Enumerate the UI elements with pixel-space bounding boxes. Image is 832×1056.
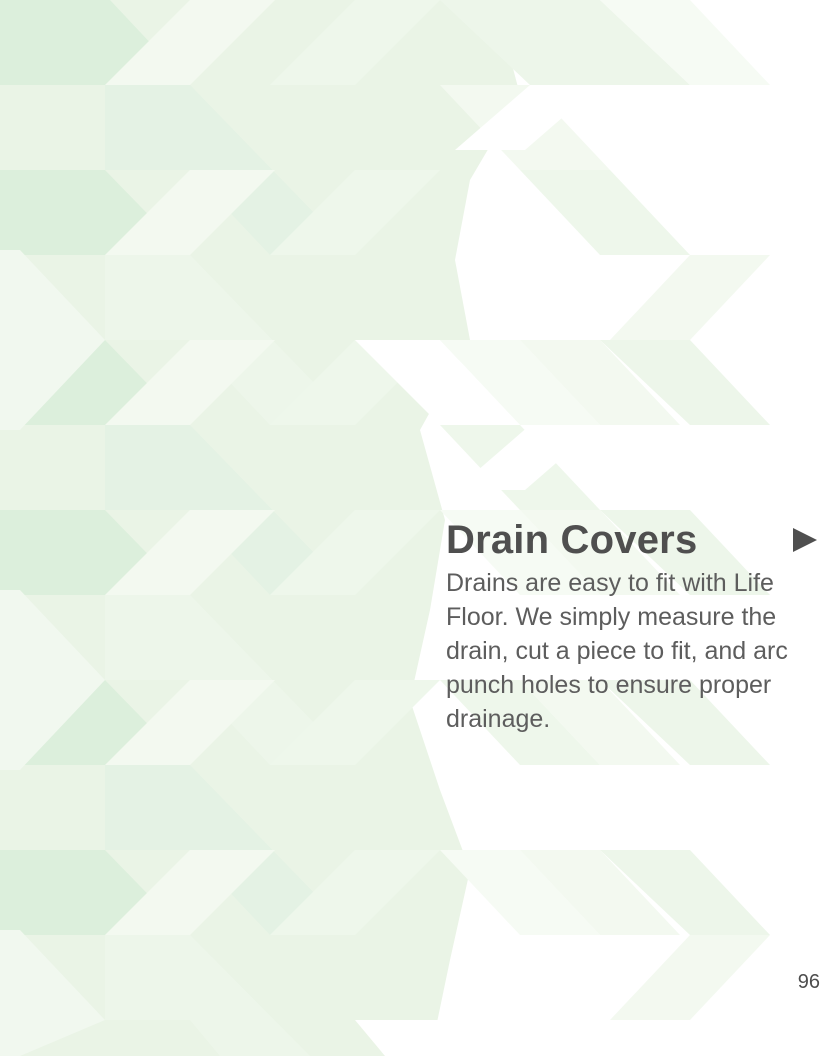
section-title: Drain Covers — [446, 518, 698, 562]
page-number: 96 — [797, 971, 820, 993]
play-triangle-icon — [793, 528, 817, 552]
section-description: Drains are easy to fit with Life Floor. … — [446, 569, 788, 733]
drain-covers-section: Drain Covers Drains are easy to fit with… — [446, 516, 816, 736]
